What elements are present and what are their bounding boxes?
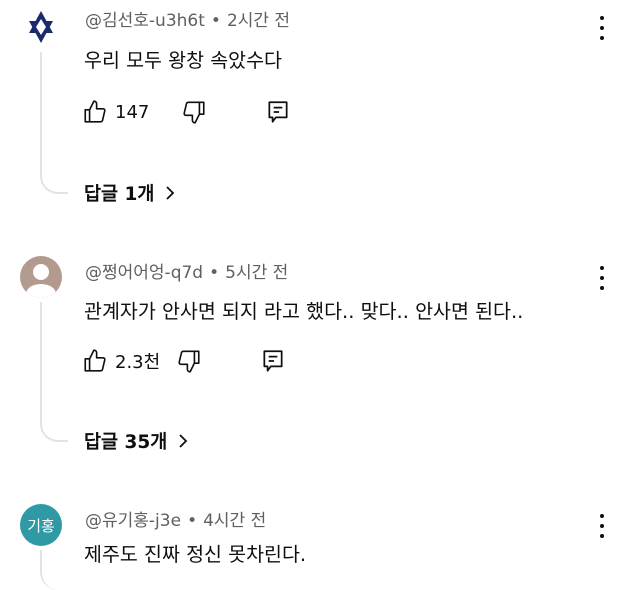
reply-button[interactable] <box>265 99 291 125</box>
reply-comment-icon <box>268 101 288 123</box>
more-vertical-icon <box>600 266 604 270</box>
more-vertical-icon <box>600 16 604 20</box>
chevron-right-icon <box>166 186 175 200</box>
comment-time: 5시간 전 <box>225 263 289 283</box>
like-count: 147 <box>115 101 150 123</box>
reply-thread-line <box>40 302 68 442</box>
thumbs-up-icon <box>84 349 106 372</box>
separator-dot: • <box>209 263 220 283</box>
comment-actions: 147 <box>82 97 291 127</box>
default-person-icon <box>26 264 56 298</box>
avatar[interactable] <box>20 6 62 48</box>
avatar[interactable] <box>20 256 62 298</box>
more-vertical-icon-dot <box>600 534 604 538</box>
comment-item: 기홍 @유기홍-j3e • 4시간 전 제주도 진짜 정신 못차린다. <box>0 498 640 590</box>
like-button[interactable]: 2.3천 <box>82 348 160 374</box>
comment-header: @유기홍-j3e • 4시간 전 <box>85 506 266 531</box>
reply-button[interactable] <box>260 348 286 374</box>
comment-text: 제주도 진짜 정신 못차린다. <box>84 543 307 566</box>
dislike-button[interactable] <box>181 99 207 125</box>
star-of-david-icon <box>29 11 53 43</box>
comment-text: 관계자가 안사면 되지 라고 했다.. 맞다.. 안사면 된다.. <box>84 300 524 323</box>
more-vertical-icon-dot <box>600 524 604 528</box>
comment-item: @쩡어어엉-q7d • 5시간 전 관계자가 안사면 되지 라고 했다.. 맞다..… <box>0 250 640 480</box>
more-options-button[interactable] <box>596 266 608 290</box>
avatar[interactable]: 기홍 <box>20 504 62 546</box>
avatar-initials: 기홍 <box>27 516 55 535</box>
comment-header: @쩡어어엉-q7d • 5시간 전 <box>85 258 288 283</box>
separator-dot: • <box>210 11 221 31</box>
view-replies-button[interactable]: 답글 1개 <box>84 180 176 206</box>
author-name[interactable]: @쩡어어엉-q7d <box>85 263 203 283</box>
reply-thread-line <box>40 52 68 194</box>
reply-comment-icon <box>263 350 283 372</box>
more-vertical-icon-dot <box>600 36 604 40</box>
comment-header: @김선호-u3h6t • 2시간 전 <box>85 6 290 31</box>
more-options-button[interactable] <box>596 514 608 538</box>
more-vertical-icon-dot <box>600 286 604 290</box>
author-name[interactable]: @유기홍-j3e <box>85 511 181 531</box>
comment-actions: 2.3천 <box>82 346 286 376</box>
thumbs-up-icon <box>84 100 106 123</box>
like-button[interactable]: 147 <box>82 99 149 125</box>
replies-count: 답글 35개 <box>84 432 168 453</box>
comment-text: 우리 모두 왕창 속았수다 <box>84 49 282 72</box>
more-vertical-icon <box>600 514 604 518</box>
like-count: 2.3천 <box>115 352 161 373</box>
thumbs-down-icon <box>178 350 200 373</box>
more-vertical-icon-dot <box>600 26 604 30</box>
replies-count: 답글 1개 <box>84 184 155 205</box>
reply-thread-line <box>40 550 68 590</box>
author-name[interactable]: @김선호-u3h6t <box>85 11 205 31</box>
comment-time: 2시간 전 <box>226 11 291 31</box>
view-replies-button[interactable]: 답글 35개 <box>84 428 189 454</box>
comment-item: @김선호-u3h6t • 2시간 전 우리 모두 왕창 속았수다 147 답글 1개 <box>0 0 640 230</box>
more-vertical-icon-dot <box>600 276 604 280</box>
dislike-button[interactable] <box>176 348 202 374</box>
separator-dot: • <box>187 511 198 531</box>
chevron-right-icon <box>179 434 188 448</box>
more-options-button[interactable] <box>596 16 608 40</box>
comment-time: 4시간 전 <box>203 511 267 531</box>
thumbs-down-icon <box>183 101 205 124</box>
